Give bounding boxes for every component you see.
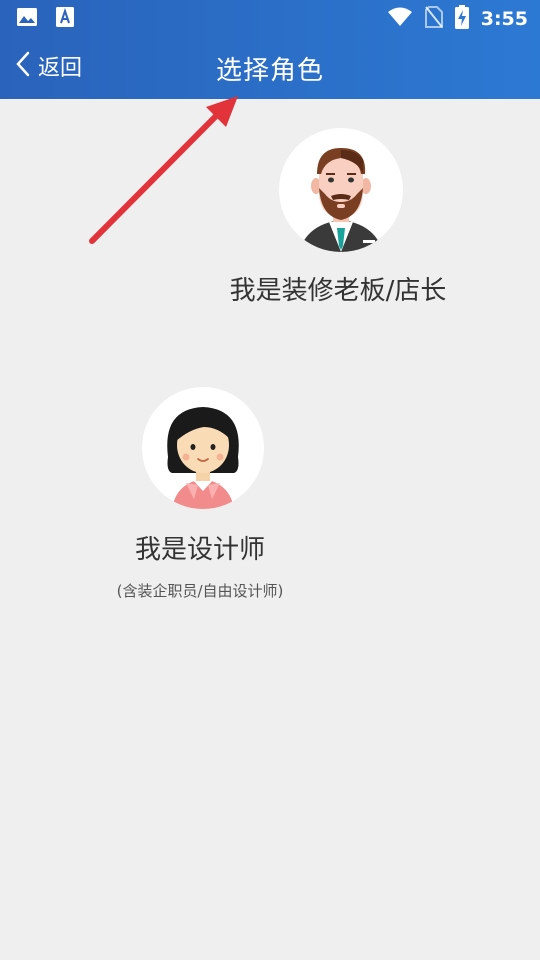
- businessman-avatar-icon: [279, 128, 403, 252]
- role-subtitle-designer: (含装企职员/自由设计师): [116, 582, 284, 600]
- woman-designer-avatar-icon: [142, 387, 264, 509]
- role-label-designer: 我是设计师: [134, 535, 265, 565]
- role-label-boss: 我是装修老板/店长: [229, 276, 447, 306]
- red-arrow-icon: [89, 96, 238, 244]
